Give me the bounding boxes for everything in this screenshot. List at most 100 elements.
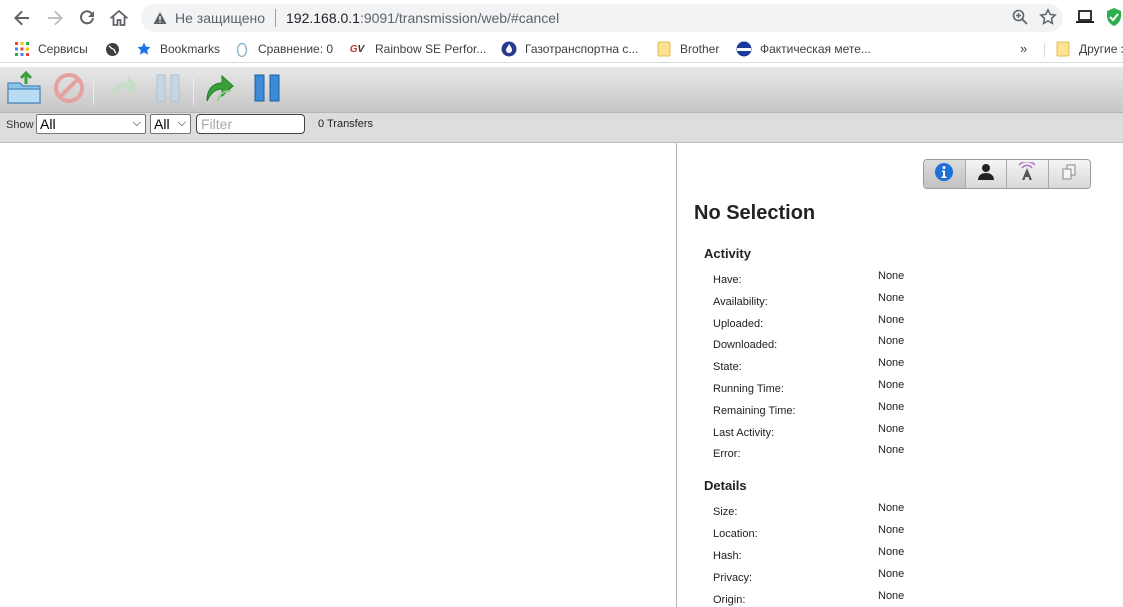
activity-value: None: [878, 313, 905, 326]
transmission-toolbar: [0, 67, 1123, 113]
transfers-count: 0 Transfers: [318, 118, 374, 130]
activity-label: Uploaded:: [713, 317, 764, 330]
inspector-title: No Selection: [694, 202, 816, 224]
open-torrent-button[interactable]: [6, 70, 42, 110]
bookmark-gas-transport[interactable]: Газотранспортна с...: [501, 40, 638, 58]
forward-icon[interactable]: [42, 5, 68, 31]
tab-trackers[interactable]: [1007, 160, 1049, 188]
weather-icon: [736, 41, 752, 57]
activity-value: None: [878, 335, 905, 348]
filter-bar: Show All ⌵ All ⌵ Filter 0 Transfers: [0, 113, 1123, 143]
details-value: None: [878, 502, 905, 514]
toolbar-separator: [193, 77, 194, 105]
details-label: Location:: [713, 528, 758, 540]
gv-logo-icon: GV: [349, 43, 365, 55]
bookmark-brother[interactable]: Brother: [656, 40, 719, 58]
bookmarks-divider: [1044, 43, 1045, 57]
tab-info[interactable]: [924, 160, 966, 188]
bookmark-rainbow[interactable]: GV Rainbow SE Perfor...: [347, 40, 487, 58]
url-host: 192.168.0.1: [286, 10, 360, 26]
details-label: Origin:: [713, 594, 746, 606]
chevron-down-icon: ⌵: [132, 117, 141, 129]
open-folder-icon: [6, 70, 42, 110]
bookmark-label: Brother: [680, 42, 720, 56]
activity-label: Downloaded:: [713, 339, 778, 352]
resume-selected-button[interactable]: [106, 72, 142, 108]
bookmark-globe[interactable]: [104, 40, 128, 58]
details-value: None: [878, 590, 905, 602]
back-icon[interactable]: [9, 5, 35, 31]
activity-value: None: [878, 444, 905, 457]
activity-label: Error:: [713, 448, 741, 461]
details-label: Hash:: [713, 550, 742, 562]
torrent-list[interactable]: [0, 143, 677, 607]
bookmark-weather[interactable]: Фактическая мете...: [736, 40, 871, 58]
bookmark-bookmarks[interactable]: Bookmarks: [136, 40, 220, 58]
pause-selected-button[interactable]: [150, 72, 186, 108]
tracker-filter-select[interactable]: All ⌵: [150, 114, 191, 134]
pause-all-icon: [251, 72, 283, 109]
shield-icon[interactable]: [1103, 6, 1123, 28]
inspector-panel: No Selection Activity Have: None Availabil…: [678, 143, 1123, 607]
globe-icon: [104, 41, 120, 57]
activity-label: Have:: [713, 274, 742, 286]
omnibox[interactable]: Не защищено 192.168.0.1:9091/transmissio…: [141, 4, 1063, 32]
resume-arrow-icon: [108, 72, 140, 109]
activity-heading: Activity: [704, 246, 751, 261]
details-label: Privacy:: [713, 572, 753, 584]
activity-label: Remaining Time:: [713, 404, 796, 417]
tab-files[interactable]: [1048, 160, 1090, 188]
state-filter-select[interactable]: All ⌵: [36, 114, 146, 134]
filter-input[interactable]: Filter: [196, 114, 305, 134]
bookmark-star-icon[interactable]: [1039, 8, 1057, 31]
bookmarks-overflow-icon[interactable]: »: [1020, 41, 1027, 56]
bookmarks-bar: Сервисы Bookmarks Сравнение: 0 GV Rainbo…: [0, 35, 1123, 63]
chevron-down-icon: ⌵: [177, 117, 186, 129]
bookmark-comparison[interactable]: Сравнение: 0: [234, 40, 333, 58]
state-filter-value: All: [40, 116, 56, 132]
bookmark-label: Другие з: [1079, 42, 1123, 56]
bookmark-other[interactable]: Другие з: [1055, 40, 1123, 58]
remove-torrent-button[interactable]: [51, 72, 87, 108]
warning-icon[interactable]: [153, 11, 167, 25]
tracker-icon: [1016, 160, 1038, 187]
activity-label: Running Time:: [713, 383, 784, 395]
resume-all-button[interactable]: [204, 72, 240, 108]
details-label: Size:: [713, 506, 738, 518]
remove-icon: [53, 72, 85, 109]
flame-icon: [501, 41, 517, 57]
bookmark-label: Фактическая мете...: [760, 42, 871, 56]
tracker-filter-value: All: [154, 116, 170, 132]
activity-value: None: [878, 357, 905, 370]
activity-label: Availability:: [713, 295, 768, 308]
activity-label: Last Activity:: [713, 426, 775, 439]
tab-peers[interactable]: [965, 160, 1007, 188]
reload-icon[interactable]: [74, 5, 100, 31]
apps-grid-icon: [14, 41, 30, 57]
not-secure-label[interactable]: Не защищено: [175, 10, 265, 26]
pause-icon: [152, 72, 184, 109]
folder-icon: [656, 41, 672, 57]
bookmark-label: Bookmarks: [160, 42, 221, 56]
omnibox-separator: [275, 9, 276, 27]
browser-address-bar: Не защищено 192.168.0.1:9091/transmissio…: [0, 0, 1123, 35]
details-heading: Details: [704, 478, 747, 493]
bookmark-label: Сравнение: 0: [258, 42, 334, 56]
activity-value: None: [878, 291, 905, 304]
zoom-icon[interactable]: [1011, 8, 1029, 31]
pause-all-button[interactable]: [249, 72, 285, 108]
bookmark-services[interactable]: Сервисы: [14, 40, 88, 58]
folder-icon: [1055, 41, 1071, 57]
bookmark-label: Сервисы: [38, 42, 88, 56]
home-icon[interactable]: [106, 5, 132, 31]
filter-placeholder: Filter: [201, 116, 233, 132]
url-text[interactable]: 192.168.0.1:9091/transmission/web/#cance…: [286, 10, 559, 26]
activity-value: None: [878, 270, 905, 282]
person-icon: [976, 162, 996, 187]
laptop-icon[interactable]: [1074, 6, 1096, 28]
activity-value: None: [878, 422, 905, 435]
details-value: None: [878, 546, 905, 558]
details-value: None: [878, 524, 905, 536]
inspector-tabs: [923, 159, 1091, 189]
show-label: Show: [6, 119, 34, 131]
